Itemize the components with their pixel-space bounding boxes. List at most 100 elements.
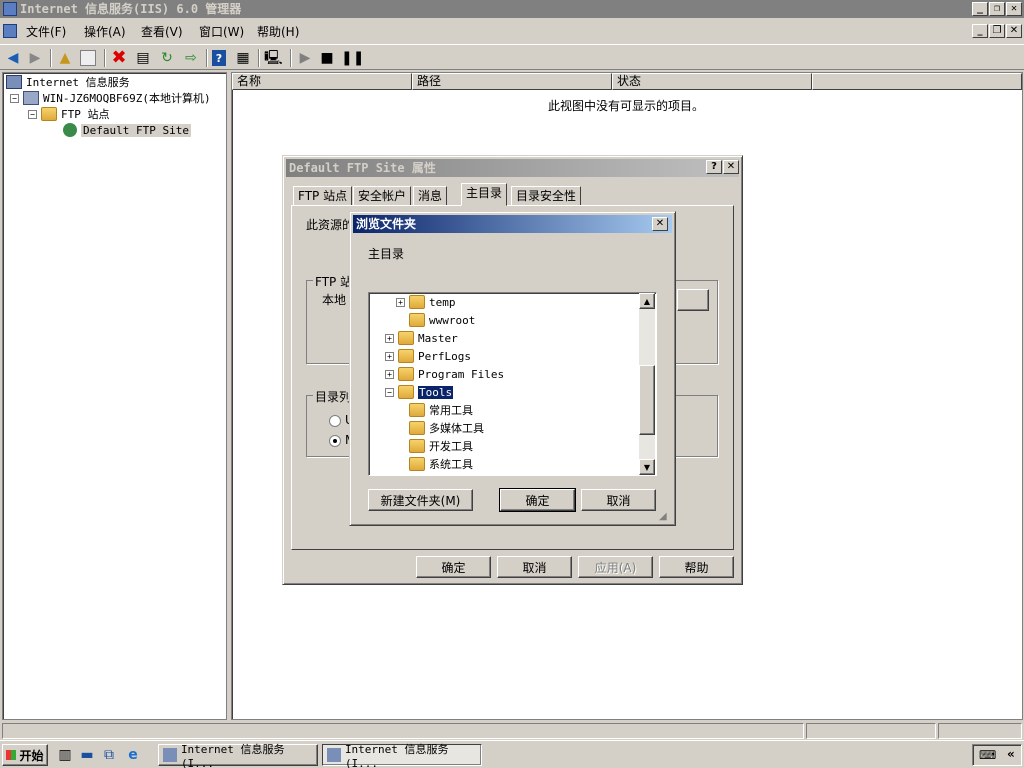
computer-icon: [23, 91, 39, 105]
stop-icon[interactable]: ■: [318, 49, 336, 67]
close-button[interactable]: ✕: [1006, 2, 1022, 16]
child-minimize-button[interactable]: _: [972, 24, 988, 38]
msdos-radio[interactable]: [329, 435, 341, 447]
expander-icon[interactable]: +: [396, 297, 405, 307]
properties-dialog-title: Default FTP Site 属性: [289, 161, 436, 175]
tab-directory-security[interactable]: 目录安全性: [511, 186, 582, 206]
child-restore-button[interactable]: ❐: [989, 24, 1005, 38]
taskbar-task-1[interactable]: Internet 信息服务(I...: [158, 743, 318, 768]
back-icon[interactable]: ◀: [4, 49, 22, 67]
new-folder-button[interactable]: 新建文件夹(M): [368, 489, 473, 511]
column-header-status[interactable]: 状态: [612, 73, 812, 90]
panel-icon[interactable]: ▦: [234, 49, 252, 67]
help-icon[interactable]: ?: [212, 50, 226, 66]
maximize-button[interactable]: ❐: [989, 2, 1005, 16]
network-icon[interactable]: ⧉: [100, 746, 118, 764]
minimize-button[interactable]: _: [972, 2, 988, 16]
properties-title-bar[interactable]: Default FTP Site 属性: [286, 159, 739, 177]
folder-icon: [409, 403, 425, 417]
menu-view[interactable]: 查看(V): [141, 23, 183, 40]
desktop-icon[interactable]: ▬: [78, 746, 96, 764]
expander-icon[interactable]: +: [385, 369, 394, 379]
show-tree-icon[interactable]: [80, 50, 96, 66]
browse-cancel-button[interactable]: 取消: [581, 489, 656, 511]
properties-close-button[interactable]: ✕: [723, 160, 739, 174]
export-icon[interactable]: ⇨: [182, 49, 200, 67]
menu-file[interactable]: 文件(F): [26, 23, 66, 40]
folder-tree-item[interactable]: 多媒体工具: [396, 419, 484, 437]
folder-tree-item[interactable]: + PerfLogs: [385, 347, 471, 365]
tree-pane[interactable]: Internet 信息服务 − WIN-JZ6MOQBF69Z(本地计算机) −…: [2, 72, 227, 720]
browse-title-bar[interactable]: 浏览文件夹: [353, 215, 672, 233]
collapse-icon[interactable]: −: [28, 109, 37, 119]
browse-ok-button[interactable]: 确定: [499, 488, 576, 512]
folder-tree-item[interactable]: 开发工具: [396, 437, 473, 455]
folder-icon: [398, 367, 414, 381]
scroll-down-button[interactable]: ▼: [639, 459, 655, 475]
windows-logo-icon: [6, 750, 17, 760]
scroll-up-button[interactable]: ▲: [639, 293, 655, 309]
menu-help[interactable]: 帮助(H): [257, 23, 299, 40]
folder-tree[interactable]: + temp wwwroot + Master + PerfLogs + Program Fil…: [368, 292, 657, 476]
properties-apply-button[interactable]: 应用(A): [578, 556, 653, 578]
refresh-icon[interactable]: ↻: [158, 49, 176, 67]
folder-tree-item[interactable]: 常用工具: [396, 401, 473, 419]
up-level-icon[interactable]: ▲: [56, 49, 74, 67]
browse-close-button[interactable]: ✕: [652, 217, 668, 231]
folder-tree-item[interactable]: + temp: [396, 293, 456, 311]
scroll-thumb[interactable]: [639, 365, 655, 435]
resize-grip-icon[interactable]: ◢: [659, 511, 667, 522]
main-title-bar[interactable]: Internet 信息服务(IIS) 6.0 管理器 _ ❐ ✕: [0, 0, 1024, 18]
system-tray: ⌨ «: [972, 744, 1022, 766]
folder-icon: [409, 439, 425, 453]
unix-radio[interactable]: [329, 415, 341, 427]
start-icon[interactable]: ▶: [296, 49, 314, 67]
tree-item-root[interactable]: Internet 信息服务: [6, 74, 130, 90]
keyboard-icon[interactable]: ⌨: [979, 748, 996, 762]
properties-ok-button[interactable]: 确定: [416, 556, 491, 578]
iis-icon: [6, 75, 22, 89]
start-button[interactable]: 开始: [2, 744, 48, 766]
folder-tree-item[interactable]: − Tools: [385, 383, 454, 401]
browse-button[interactable]: [677, 289, 709, 311]
folder-icon: [41, 107, 57, 121]
properties-help-button[interactable]: ?: [706, 160, 722, 174]
folder-tree-item[interactable]: 系统工具: [396, 455, 473, 473]
tree-item-default-ftp-site[interactable]: Default FTP Site: [63, 122, 191, 138]
properties-icon[interactable]: ▤: [134, 49, 152, 67]
iis-app-icon: [3, 2, 17, 16]
tab-security-accounts[interactable]: 安全帐户: [353, 186, 412, 206]
menu-window[interactable]: 窗口(W): [199, 23, 244, 40]
browse-folder-dialog: 浏览文件夹 ✕ 主目录 + temp wwwroot + Master + PerfLogs…: [349, 211, 676, 526]
properties-help-text-button[interactable]: 帮助: [659, 556, 734, 578]
tab-messages[interactable]: 消息: [413, 186, 448, 206]
expander-icon[interactable]: +: [385, 351, 394, 361]
properties-cancel-button[interactable]: 取消: [497, 556, 572, 578]
column-header-name[interactable]: 名称: [232, 73, 412, 90]
expander-icon[interactable]: +: [385, 333, 394, 343]
tree-item-computer[interactable]: − WIN-JZ6MOQBF69Z(本地计算机): [10, 90, 211, 106]
folder-name: 多媒体工具: [429, 422, 484, 435]
taskbar-task-2[interactable]: Internet 信息服务(I...: [322, 743, 482, 768]
tab-home-directory[interactable]: 主目录: [461, 183, 508, 206]
expander-icon[interactable]: −: [385, 387, 394, 397]
collapse-icon[interactable]: −: [10, 93, 19, 103]
folder-tree-scrollbar[interactable]: ▲ ▼: [639, 293, 655, 475]
folder-tree-item[interactable]: + Master: [385, 329, 458, 347]
menu-action[interactable]: 操作(A): [84, 23, 126, 40]
child-close-button[interactable]: ✕: [1006, 24, 1022, 38]
server-manager-icon[interactable]: ▥: [56, 746, 74, 764]
tab-ftp-site[interactable]: FTP 站点: [293, 186, 353, 206]
delete-icon[interactable]: ✖: [110, 49, 128, 67]
pause-icon[interactable]: ❚❚: [341, 49, 364, 67]
folder-tree-item[interactable]: + Program Files: [385, 365, 504, 383]
content-source-label: 此资源的: [306, 218, 355, 232]
column-header-path[interactable]: 路径: [412, 73, 612, 90]
forward-icon[interactable]: ▶: [26, 49, 44, 67]
folder-icon: [398, 331, 414, 345]
chevron-left-icon[interactable]: «: [1007, 747, 1015, 761]
ie-icon[interactable]: e: [124, 746, 142, 764]
computer-icon[interactable]: 🖳: [264, 49, 283, 67]
tree-item-ftp-sites[interactable]: − FTP 站点: [28, 106, 110, 122]
folder-tree-item[interactable]: wwwroot: [396, 311, 475, 329]
